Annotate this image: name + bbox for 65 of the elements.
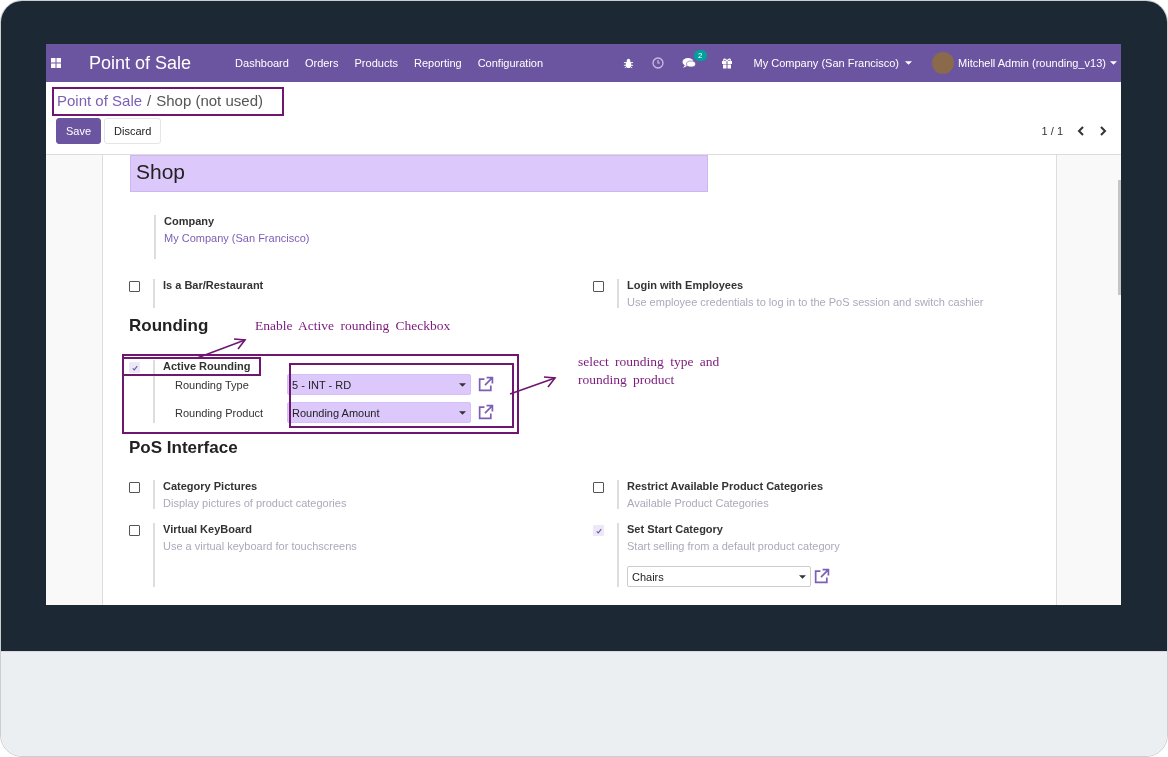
setting-label: Set Start Category	[627, 523, 724, 535]
setting-label: Active Rounding	[163, 360, 252, 372]
category-select[interactable]: Chairs	[627, 566, 811, 587]
notification-badge: 2	[694, 50, 707, 61]
annotation-text: Enable Active rounding Checkbox	[255, 317, 451, 335]
checkbox[interactable]	[593, 281, 604, 292]
menu-item[interactable]: Products	[346, 57, 406, 69]
user-menu[interactable]: Mitchell Admin (rounding_v13)	[932, 52, 1117, 74]
setting-label: Category Pictures	[163, 480, 259, 492]
company-switcher[interactable]: My Company (San Francisco)	[753, 57, 913, 69]
setting-description: Use employee credentials to log in to the PoS session and switch cashier	[627, 296, 984, 308]
menu-item[interactable]: Configuration	[469, 57, 552, 69]
save-button[interactable]: Save	[56, 118, 102, 144]
setting-description: Available Product Categories	[627, 497, 770, 509]
app-name[interactable]: Point of Sale	[89, 52, 192, 74]
section-heading: PoS Interface	[129, 438, 238, 458]
chat-icon[interactable]	[681, 57, 696, 69]
name-field[interactable]: Shop	[130, 155, 708, 192]
setting-label: Virtual KeyBoard	[163, 523, 254, 535]
next-icon[interactable]	[1099, 126, 1107, 136]
setting-description: Display pictures of product categories	[163, 497, 347, 509]
setting-label: Restrict Available Product Categories	[627, 480, 824, 492]
scrollbar[interactable]	[1118, 180, 1121, 295]
annotation-text: select rounding type and rounding product	[578, 353, 721, 389]
setting-label: Login with Employees	[627, 279, 745, 291]
menu-item[interactable]: Dashboard	[227, 57, 297, 69]
gift-icon[interactable]	[720, 57, 733, 69]
apps-grid-icon[interactable]	[51, 58, 61, 68]
field-label: Company	[164, 215, 216, 227]
annotation-arrow	[196, 338, 247, 359]
breadcrumb-separator: /	[147, 92, 152, 109]
setting-description: Start selling from a default product category	[627, 540, 840, 552]
setting-label: Is a Bar/Restaurant	[163, 279, 264, 291]
select-field[interactable]: Rounding Amount	[287, 402, 471, 423]
caret-icon	[799, 574, 806, 579]
breadcrumb-link[interactable]: Point of Sale	[57, 92, 143, 109]
discard-button[interactable]: Discard	[104, 118, 162, 144]
company-link[interactable]: My Company (San Francisco)	[164, 232, 1030, 244]
checkbox[interactable]	[129, 482, 140, 493]
caret-icon	[459, 382, 466, 387]
select-field[interactable]: 5 - INT - RD	[287, 374, 471, 395]
breadcrumb-current: Shop (not used)	[156, 92, 263, 109]
checkbox[interactable]	[129, 362, 140, 373]
checkbox[interactable]	[129, 281, 140, 292]
setting-description: Use a virtual keyboard for touchscreens	[163, 540, 357, 552]
caret-icon	[459, 410, 466, 415]
menu-item[interactable]: Reporting	[405, 57, 470, 69]
pager-counter: 1 / 1	[1041, 125, 1063, 137]
avatar	[932, 52, 955, 74]
field-label: Rounding Type	[174, 378, 250, 391]
external-link-icon[interactable]	[813, 568, 830, 585]
caret-icon	[1110, 61, 1117, 65]
external-link-icon[interactable]	[477, 404, 494, 421]
section-heading: Rounding	[129, 316, 209, 336]
menu-item[interactable]: Orders	[296, 57, 347, 69]
checkbox[interactable]	[593, 525, 604, 536]
checkbox[interactable]	[593, 482, 604, 493]
checkbox[interactable]	[129, 525, 140, 536]
annotation-arrow	[509, 376, 557, 395]
bug-icon[interactable]	[622, 57, 634, 69]
caret-icon	[905, 61, 913, 65]
previous-icon[interactable]	[1077, 126, 1085, 136]
external-link-icon[interactable]	[477, 376, 494, 393]
field-label: Rounding Product	[174, 406, 265, 419]
clock-icon[interactable]	[651, 57, 664, 69]
